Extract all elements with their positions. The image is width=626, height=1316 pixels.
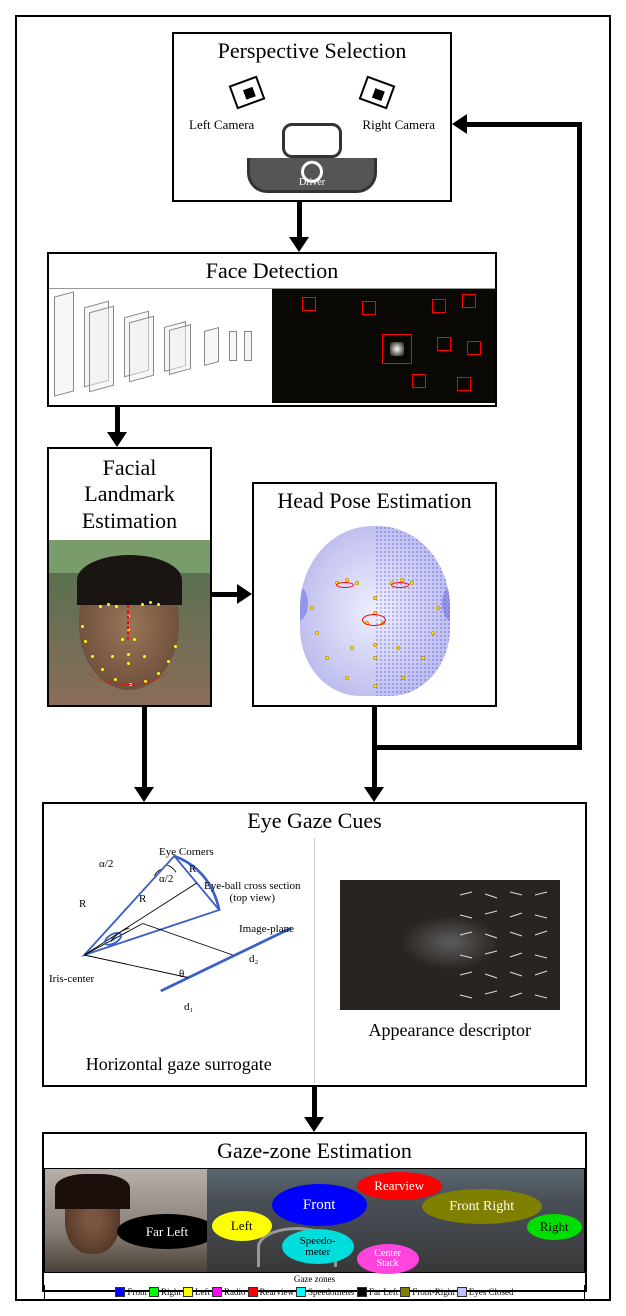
arrow-perspective-facedet xyxy=(297,202,302,240)
alpha-label: α/2 xyxy=(99,858,113,870)
d2-label: d₂ xyxy=(249,953,258,965)
rearview-zone: Rearview xyxy=(357,1172,442,1200)
face-detection-title: Face Detection xyxy=(49,254,495,288)
eyegaze-title: Eye Gaze Cues xyxy=(44,804,585,838)
legend-swatch xyxy=(183,1287,193,1297)
face-photo xyxy=(49,540,210,705)
front-right-zone: Front Right xyxy=(422,1189,542,1224)
feedback-vert xyxy=(577,122,582,750)
center-stack-zone: Center Stack xyxy=(357,1244,419,1274)
eyegaze-content: Eye Corners Iris-center Image-plane Eye-… xyxy=(44,838,585,1083)
legend-swatch xyxy=(248,1287,258,1297)
hog-descriptor-image xyxy=(340,880,560,1010)
pipeline-frame: Perspective Selection Left Camera Right … xyxy=(15,15,611,1301)
legend-label: Radio xyxy=(224,1287,246,1297)
legend-item: Radio xyxy=(212,1287,246,1297)
far-left-zone: Far Left xyxy=(117,1214,217,1249)
face-detection-illustration xyxy=(49,288,495,403)
legend-label: Eyes Closed xyxy=(469,1287,514,1297)
headpose-title: Head Pose Estimation xyxy=(254,484,495,518)
iris-center-label: Iris-center xyxy=(49,973,94,985)
legend-label: Left xyxy=(195,1287,210,1297)
legend-label: Far Left xyxy=(369,1287,398,1297)
feedback-horiz-top xyxy=(465,122,580,127)
arrow-landmark-headpose xyxy=(212,592,240,597)
cabin-photo: Left Front Rearview Front Right Right Sp… xyxy=(207,1169,584,1272)
legend-swatch xyxy=(457,1287,467,1297)
legend-swatch xyxy=(357,1287,367,1297)
driver-icon: Driver xyxy=(247,123,377,193)
eyegaze-box: Eye Gaze Cues Eye Corners xyxy=(42,802,587,1087)
legend-swatch xyxy=(115,1287,125,1297)
arrowhead-facedet-landmark xyxy=(107,432,127,447)
left-camera-icon xyxy=(229,76,266,110)
legend-item: Right xyxy=(149,1287,181,1297)
appearance-panel: Appearance descriptor xyxy=(315,838,586,1083)
gazezone-box: Gaze-zone Estimation Far Left Left Front… xyxy=(42,1132,587,1292)
eye-geometry-diagram: Eye Corners Iris-center Image-plane Eye-… xyxy=(44,838,315,1083)
arrowhead-landmark-eyegaze xyxy=(134,787,154,802)
legend-swatch xyxy=(149,1287,159,1297)
legend-title: Gaze zones xyxy=(44,1273,585,1285)
feedback-horiz-bottom xyxy=(374,745,582,750)
legend-item: Rearview xyxy=(248,1287,294,1297)
theta-label: θ xyxy=(179,968,184,980)
d1-label: d₁ xyxy=(184,1001,193,1013)
eye-corners-label: Eye Corners xyxy=(159,846,214,858)
appearance-caption: Appearance descriptor xyxy=(369,1020,531,1041)
right-zone: Right xyxy=(527,1214,582,1240)
left-zone: Left xyxy=(212,1211,272,1241)
face-detection-box: Face Detection xyxy=(47,252,497,407)
front-zone: Front xyxy=(272,1184,367,1226)
feedback-arrowhead xyxy=(452,114,467,134)
legend-label: Rearview xyxy=(260,1287,294,1297)
legend-swatch xyxy=(212,1287,222,1297)
arrowhead-landmark-headpose xyxy=(237,584,252,604)
gazezone-content: Far Left Left Front Rearview Front Right… xyxy=(44,1168,585,1273)
legend-label: Speedometer xyxy=(308,1287,355,1297)
perspective-illustration: Left Camera Right Camera Driver xyxy=(174,68,450,198)
detection-output-image xyxy=(272,289,495,403)
legend-label: Right xyxy=(161,1287,181,1297)
legend-item: Front-Right xyxy=(400,1287,455,1297)
arrowhead-headpose-eyegaze xyxy=(364,787,384,802)
legend-label: Front-Right xyxy=(412,1287,455,1297)
perspective-selection-box: Perspective Selection Left Camera Right … xyxy=(172,32,452,202)
arrow-landmark-eyegaze xyxy=(142,707,147,789)
gazezone-title: Gaze-zone Estimation xyxy=(44,1134,585,1168)
legend-item: Left xyxy=(183,1287,210,1297)
landmark-box: Facial Landmark Estimation xyxy=(47,447,212,707)
legend-item: Far Left xyxy=(357,1287,398,1297)
left-camera-label: Left Camera xyxy=(189,118,254,132)
speedometer-zone: Speedo- meter xyxy=(282,1229,354,1264)
arrow-facedet-landmark xyxy=(115,407,120,435)
image-plane-label: Image-plane xyxy=(239,923,294,935)
R2-label: R xyxy=(189,863,196,875)
driver-label: Driver xyxy=(299,177,325,188)
R3-label: R xyxy=(139,893,146,905)
landmark-title: Facial Landmark Estimation xyxy=(49,449,210,540)
legend-item: Speedometer xyxy=(296,1287,355,1297)
legend-item: Eyes Closed xyxy=(457,1287,514,1297)
cnn-diagram xyxy=(49,289,272,403)
legend-item: Front xyxy=(115,1287,147,1297)
arrowhead-eyegaze-gazezone xyxy=(304,1117,324,1132)
perspective-title: Perspective Selection xyxy=(174,34,450,68)
alpha2-label: α/2 xyxy=(159,873,173,885)
gaze-zones-legend: Front Right Left Radio Rearview Speedometer Fa… xyxy=(44,1285,585,1300)
arrow-eyegaze-gazezone xyxy=(312,1087,317,1120)
driver-photo: Far Left xyxy=(45,1169,207,1272)
legend-swatch xyxy=(296,1287,306,1297)
wireframe-face xyxy=(254,518,495,703)
cross-section-label: Eye-ball cross section (top view) xyxy=(204,880,301,904)
headpose-box: Head Pose Estimation xyxy=(252,482,497,707)
R1-label: R xyxy=(79,898,86,910)
horizontal-gaze-caption: Horizontal gaze surrogate xyxy=(44,1054,314,1075)
legend-label: Front xyxy=(127,1287,147,1297)
legend-swatch xyxy=(400,1287,410,1297)
right-camera-icon xyxy=(359,76,396,110)
arrowhead-perspective-facedet xyxy=(289,237,309,252)
